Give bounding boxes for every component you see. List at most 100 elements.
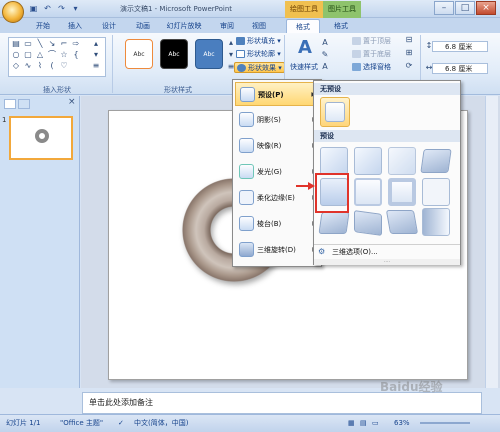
curve-shape-icon[interactable]: ∿: [23, 62, 33, 70]
language-status[interactable]: 中文(简体，中国): [134, 415, 188, 431]
rectangle-shape-icon[interactable]: ▭: [23, 40, 33, 48]
shape-style-black[interactable]: Abc: [160, 39, 188, 69]
menu-item-label: 柔化边缘(E): [257, 194, 295, 202]
bracket-shape-icon[interactable]: (: [47, 62, 57, 70]
menu-item-label: 阴影(S): [257, 116, 281, 124]
quick-styles-button[interactable]: 快速样式: [290, 62, 318, 73]
preset-tile-2[interactable]: [354, 147, 382, 175]
style-scroll-down-icon[interactable]: ▾: [226, 51, 236, 59]
tab-view[interactable]: 视图: [246, 19, 272, 33]
arrow-line-shape-icon[interactable]: ↘: [47, 40, 57, 48]
three-d-options-item[interactable]: ⚙ 三维选项(O)...: [314, 244, 460, 258]
triangle-shape-icon[interactable]: △: [35, 51, 45, 59]
notes-placeholder[interactable]: 单击此处添加备注: [82, 392, 482, 414]
preset-tile-7[interactable]: [388, 178, 416, 206]
selection-pane-icon: [352, 63, 361, 71]
menu-resize-grip[interactable]: ····: [314, 259, 460, 265]
shape-style-orange-outline[interactable]: Abc: [125, 39, 153, 69]
tab-slideshow[interactable]: 幻灯片放映: [160, 19, 208, 33]
slides-tab[interactable]: [4, 99, 16, 109]
spellcheck-icon[interactable]: ✓: [118, 415, 124, 431]
send-to-back-button[interactable]: 置于底层: [352, 49, 391, 60]
group-icon[interactable]: ⊞: [404, 49, 414, 57]
chevron-down-icon: ▾: [275, 50, 281, 58]
bring-to-front-button[interactable]: 置于顶层: [352, 36, 391, 47]
text-fill-icon[interactable]: A: [320, 39, 330, 47]
gallery-more-icon[interactable]: ≡: [91, 62, 101, 70]
tab-review[interactable]: 审阅: [214, 19, 240, 33]
scroll-down-icon[interactable]: ▾: [91, 51, 101, 59]
maximize-button[interactable]: □: [455, 1, 475, 15]
oval-shape-icon[interactable]: ○: [11, 51, 21, 59]
save-icon[interactable]: ▣: [28, 3, 39, 14]
textbox-shape-icon[interactable]: ▤: [11, 40, 21, 48]
freeform-shape-icon[interactable]: ⌇: [35, 62, 45, 70]
shape-outline-button[interactable]: 形状轮廓 ▾: [236, 49, 281, 60]
brace-shape-icon[interactable]: {: [71, 51, 81, 59]
send-to-back-label: 置于底层: [363, 50, 391, 58]
slide-info: 幻灯片 1/1: [6, 419, 41, 427]
preset-tile-8[interactable]: [422, 178, 450, 206]
slide-thumbnail[interactable]: [9, 116, 73, 160]
preset-tile-4[interactable]: [420, 149, 452, 173]
tab-animation[interactable]: 动画: [130, 19, 156, 33]
menu-item-reflection[interactable]: 映像(R)▶: [235, 134, 321, 158]
menu-item-bevel[interactable]: 棱台(B)▶: [235, 212, 321, 236]
text-outline-icon[interactable]: ✎: [320, 51, 330, 59]
shape-style-blue[interactable]: Abc: [195, 39, 223, 69]
preset-tile-10[interactable]: [354, 210, 382, 236]
preset-tile-1[interactable]: [320, 147, 348, 175]
shape-fill-button[interactable]: 形状填充 ▾: [236, 36, 281, 47]
tab-home[interactable]: 开始: [30, 19, 56, 33]
line-shape-icon[interactable]: ╲: [35, 40, 45, 48]
scroll-up-icon[interactable]: ▴: [91, 40, 101, 48]
effects-icon: [237, 64, 246, 72]
vertical-scrollbar[interactable]: [485, 96, 498, 388]
star-shape-icon[interactable]: ☆: [59, 51, 69, 59]
tab-format-picture[interactable]: 格式: [326, 19, 356, 33]
slideshow-view-icon[interactable]: ▭: [372, 415, 379, 431]
zoom-slider[interactable]: [420, 422, 470, 424]
sorter-view-icon[interactable]: ▤: [360, 415, 367, 431]
text-effects-icon[interactable]: A: [320, 63, 330, 71]
zoom-level[interactable]: 63%: [394, 415, 410, 431]
menu-item-shadow[interactable]: 阴影(S)▶: [235, 108, 321, 132]
align-icon[interactable]: ⊟: [404, 36, 414, 44]
shape-effects-button[interactable]: 形状效果 ▾: [234, 62, 285, 73]
elbow-shape-icon[interactable]: ⌐: [59, 40, 69, 48]
shapes-gallery[interactable]: ▤ ▭ ╲ ↘ ⌐ ⇨ ○ ▢ △ ⌒ ☆ { ◇ ∿ ⌇ ( ♡ ▴ ▾ ≡: [8, 37, 106, 77]
normal-view-icon[interactable]: ▦: [348, 415, 355, 431]
callout-shape-icon[interactable]: ◇: [11, 62, 21, 70]
selection-pane-button[interactable]: 选择窗格: [352, 62, 391, 73]
outline-tab[interactable]: [18, 99, 30, 109]
menu-item-preset[interactable]: 预设(P)▶: [235, 82, 321, 106]
height-input[interactable]: 6.8 厘米: [432, 41, 488, 52]
chevron-shape-icon[interactable]: ⌒: [47, 51, 57, 59]
tab-design[interactable]: 设计: [96, 19, 122, 33]
preset-tile-6[interactable]: [354, 178, 382, 206]
width-input[interactable]: 6.8 厘米: [432, 63, 488, 74]
office-button[interactable]: [2, 1, 24, 23]
menu-item-3d-rotation[interactable]: 三维旋转(D)▶: [235, 238, 321, 262]
close-button[interactable]: ×: [476, 1, 496, 15]
slides-pane: × 1: [0, 96, 80, 388]
preset-tile-9[interactable]: [318, 212, 350, 234]
wordart-a-icon[interactable]: A: [296, 39, 314, 57]
qat-dropdown-icon[interactable]: ▾: [70, 3, 81, 14]
tab-format-drawing[interactable]: 格式: [286, 19, 320, 33]
heart-shape-icon[interactable]: ♡: [59, 62, 69, 70]
undo-icon[interactable]: ↶: [42, 3, 53, 14]
preset-tile-11[interactable]: [385, 210, 419, 234]
rotate-icon[interactable]: ⟳: [404, 62, 414, 70]
tab-insert[interactable]: 插入: [62, 19, 88, 33]
arrow-shape-icon[interactable]: ⇨: [71, 40, 81, 48]
close-pane-icon[interactable]: ×: [68, 97, 76, 107]
rounded-rect-shape-icon[interactable]: ▢: [23, 51, 33, 59]
redo-icon[interactable]: ↷: [56, 3, 67, 14]
preset-tile-3[interactable]: [388, 147, 416, 175]
minimize-button[interactable]: –: [434, 1, 454, 15]
no-preset-option[interactable]: [320, 97, 350, 127]
preset-tile-12[interactable]: [422, 208, 450, 236]
status-bar: 幻灯片 1/1 "Office 主题" ✓ 中文(简体，中国) ▦ ▤ ▭ 63…: [0, 414, 500, 432]
style-scroll-up-icon[interactable]: ▴: [226, 39, 236, 47]
